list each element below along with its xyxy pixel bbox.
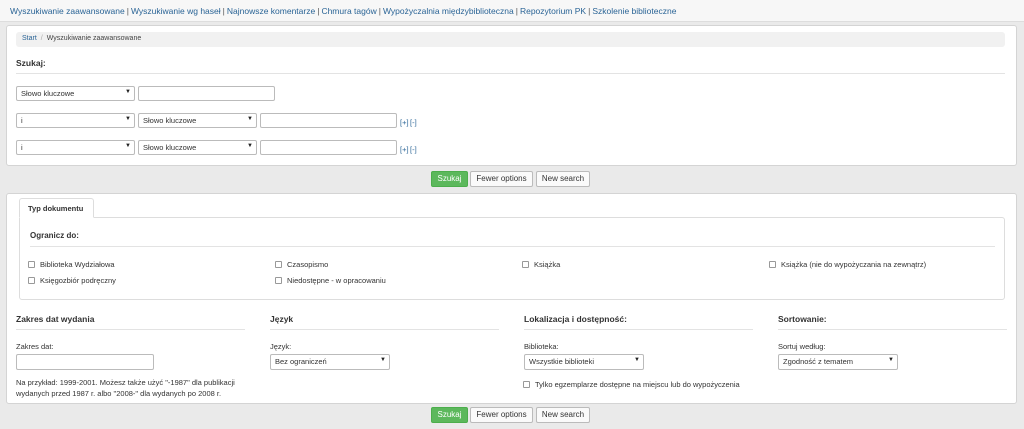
checkbox-label: Niedostępne - w opracowaniu	[287, 276, 386, 285]
breadcrumb-start[interactable]: Start	[22, 35, 37, 42]
tab-document-type[interactable]: Typ dokumentu	[19, 198, 94, 218]
checkbox-label: Księgozbiór podręczny	[40, 276, 116, 285]
divider	[16, 73, 1005, 74]
remove-row-link[interactable]: [-]	[410, 145, 417, 154]
library-select[interactable]: Wszystkie biblioteki ▼	[524, 354, 644, 370]
sort-label: Sortuj według:	[778, 342, 826, 351]
chevron-down-icon: ▼	[380, 357, 386, 363]
nav-link-interlibrary-loan[interactable]: Wypożyczalnia międzybiblioteczna	[383, 6, 514, 16]
sort-select[interactable]: Zgodność z tematem ▼	[778, 354, 898, 370]
limit-heading: Ogranicz do:	[30, 231, 79, 240]
checkbox-reference-collection[interactable]: Księgozbiór podręczny	[28, 276, 116, 285]
selected-value: i	[21, 143, 23, 152]
top-navigation: Wyszukiwanie zaawansowane | Wyszukiwanie w…	[0, 0, 1024, 22]
date-range-hint: Na przykład: 1999-2001. Możesz także uży…	[16, 378, 235, 398]
divider	[524, 329, 753, 330]
selected-value: Zgodność z tematem	[783, 357, 854, 366]
checkbox-book-reference[interactable]: Książka (nie do wypożyczania na zewnątrz…	[769, 260, 926, 269]
search-button[interactable]: Szukaj	[431, 171, 468, 187]
checkbox-box[interactable]	[522, 261, 529, 268]
boolean-operator-select-2[interactable]: i ▼	[16, 113, 135, 128]
nav-separator: |	[126, 6, 129, 16]
chevron-down-icon: ▼	[888, 357, 894, 363]
nav-link-recent-comments[interactable]: Najnowsze komentarze	[227, 6, 315, 16]
new-search-button-bottom[interactable]: New search	[536, 407, 590, 423]
checkbox-box[interactable]	[769, 261, 776, 268]
checkbox-label: Książka	[534, 260, 561, 269]
nav-separator: |	[515, 6, 518, 16]
location-heading: Lokalizacja i dostępność:	[524, 314, 627, 324]
chevron-down-icon: ▼	[247, 143, 253, 149]
nav-link-repository[interactable]: Repozytorium PK	[520, 6, 586, 16]
divider	[30, 246, 995, 247]
selected-value: Wszystkie biblioteki	[529, 357, 595, 366]
selected-value: Bez ograniczeń	[275, 357, 327, 366]
checkbox-label: Książka (nie do wypożyczania na zewnątrz…	[781, 260, 927, 269]
language-select[interactable]: Bez ograniczeń ▼	[270, 354, 390, 370]
checkbox-journal[interactable]: Czasopismo	[275, 260, 328, 269]
chevron-down-icon: ▼	[125, 89, 131, 95]
search-field-select-2[interactable]: Słowo kluczowe ▼	[138, 113, 257, 128]
breadcrumb-separator: /	[40, 35, 43, 42]
fewer-options-button[interactable]: Fewer options	[470, 171, 533, 187]
divider	[778, 329, 1007, 330]
limits-panel: Typ dokumentu Ogranicz do: Biblioteka Wy…	[6, 193, 1017, 404]
chevron-down-icon: ▼	[634, 357, 640, 363]
nav-separator: |	[317, 6, 320, 16]
date-range-label: Zakres dat:	[16, 342, 54, 351]
search-term-input-2[interactable]	[260, 113, 397, 128]
checkbox-faculty-library[interactable]: Biblioteka Wydziałowa	[28, 260, 115, 269]
fewer-options-button-bottom[interactable]: Fewer options	[470, 407, 533, 423]
nav-link-library-training[interactable]: Szkolenie biblioteczne	[592, 6, 676, 16]
checkbox-label: Czasopismo	[287, 260, 329, 269]
search-term-input-1[interactable]	[138, 86, 275, 101]
checkbox-box[interactable]	[28, 261, 35, 268]
divider	[270, 329, 499, 330]
checkbox-available-only[interactable]: Tylko egzemplarze dostępne na miejscu lu…	[523, 380, 740, 389]
checkbox-box[interactable]	[275, 277, 282, 284]
nav-separator: |	[378, 6, 381, 16]
selected-value: Słowo kluczowe	[21, 89, 75, 98]
nav-link-tag-cloud[interactable]: Chmura tagów	[321, 6, 376, 16]
top-nav-links: Wyszukiwanie zaawansowane | Wyszukiwanie w…	[10, 6, 676, 16]
nav-separator: |	[222, 6, 225, 16]
checkbox-box[interactable]	[28, 277, 35, 284]
language-label: Język:	[270, 342, 292, 351]
checkbox-box[interactable]	[523, 381, 530, 388]
language-heading: Język	[270, 314, 294, 324]
selected-value: Słowo kluczowe	[143, 143, 197, 152]
library-label: Biblioteka:	[524, 342, 559, 351]
nav-link-advanced-search[interactable]: Wyszukiwanie zaawansowane	[10, 6, 125, 16]
add-row-link[interactable]: [+]	[400, 118, 409, 127]
tab-content	[19, 217, 1005, 300]
search-heading: Szukaj:	[16, 58, 46, 68]
checkbox-unavailable[interactable]: Niedostępne - w opracowaniu	[275, 276, 386, 285]
search-term-input-3[interactable]	[260, 140, 397, 155]
new-search-button[interactable]: New search	[536, 171, 590, 187]
checkbox-label: Tylko egzemplarze dostępne na miejscu lu…	[535, 380, 740, 389]
date-range-heading: Zakres dat wydania	[16, 314, 95, 324]
search-button-bottom[interactable]: Szukaj	[431, 407, 468, 423]
chevron-down-icon: ▼	[125, 143, 131, 149]
chevron-down-icon: ▼	[125, 116, 131, 122]
breadcrumb: Start / Wyszukiwanie zaawansowane	[16, 32, 1005, 47]
sort-heading: Sortowanie:	[778, 314, 827, 324]
boolean-operator-select-3[interactable]: i ▼	[16, 140, 135, 155]
search-panel: Start / Wyszukiwanie zaawansowane Szukaj: …	[6, 25, 1017, 166]
nav-link-subject-search[interactable]: Wyszukiwanie wg haseł	[131, 6, 221, 16]
selected-value: Słowo kluczowe	[143, 116, 197, 125]
checkbox-box[interactable]	[275, 261, 282, 268]
checkbox-book[interactable]: Książka	[522, 260, 560, 269]
selected-value: i	[21, 116, 23, 125]
search-field-select-1[interactable]: Słowo kluczowe ▼	[16, 86, 135, 101]
chevron-down-icon: ▼	[247, 116, 253, 122]
search-field-select-3[interactable]: Słowo kluczowe ▼	[138, 140, 257, 155]
breadcrumb-current: Wyszukiwanie zaawansowane	[46, 35, 142, 42]
nav-separator: |	[588, 6, 591, 16]
remove-row-link[interactable]: [-]	[410, 118, 417, 127]
add-row-link[interactable]: [+]	[400, 145, 409, 154]
date-range-input[interactable]	[16, 354, 154, 370]
divider	[16, 329, 245, 330]
checkbox-label: Biblioteka Wydziałowa	[40, 260, 115, 269]
